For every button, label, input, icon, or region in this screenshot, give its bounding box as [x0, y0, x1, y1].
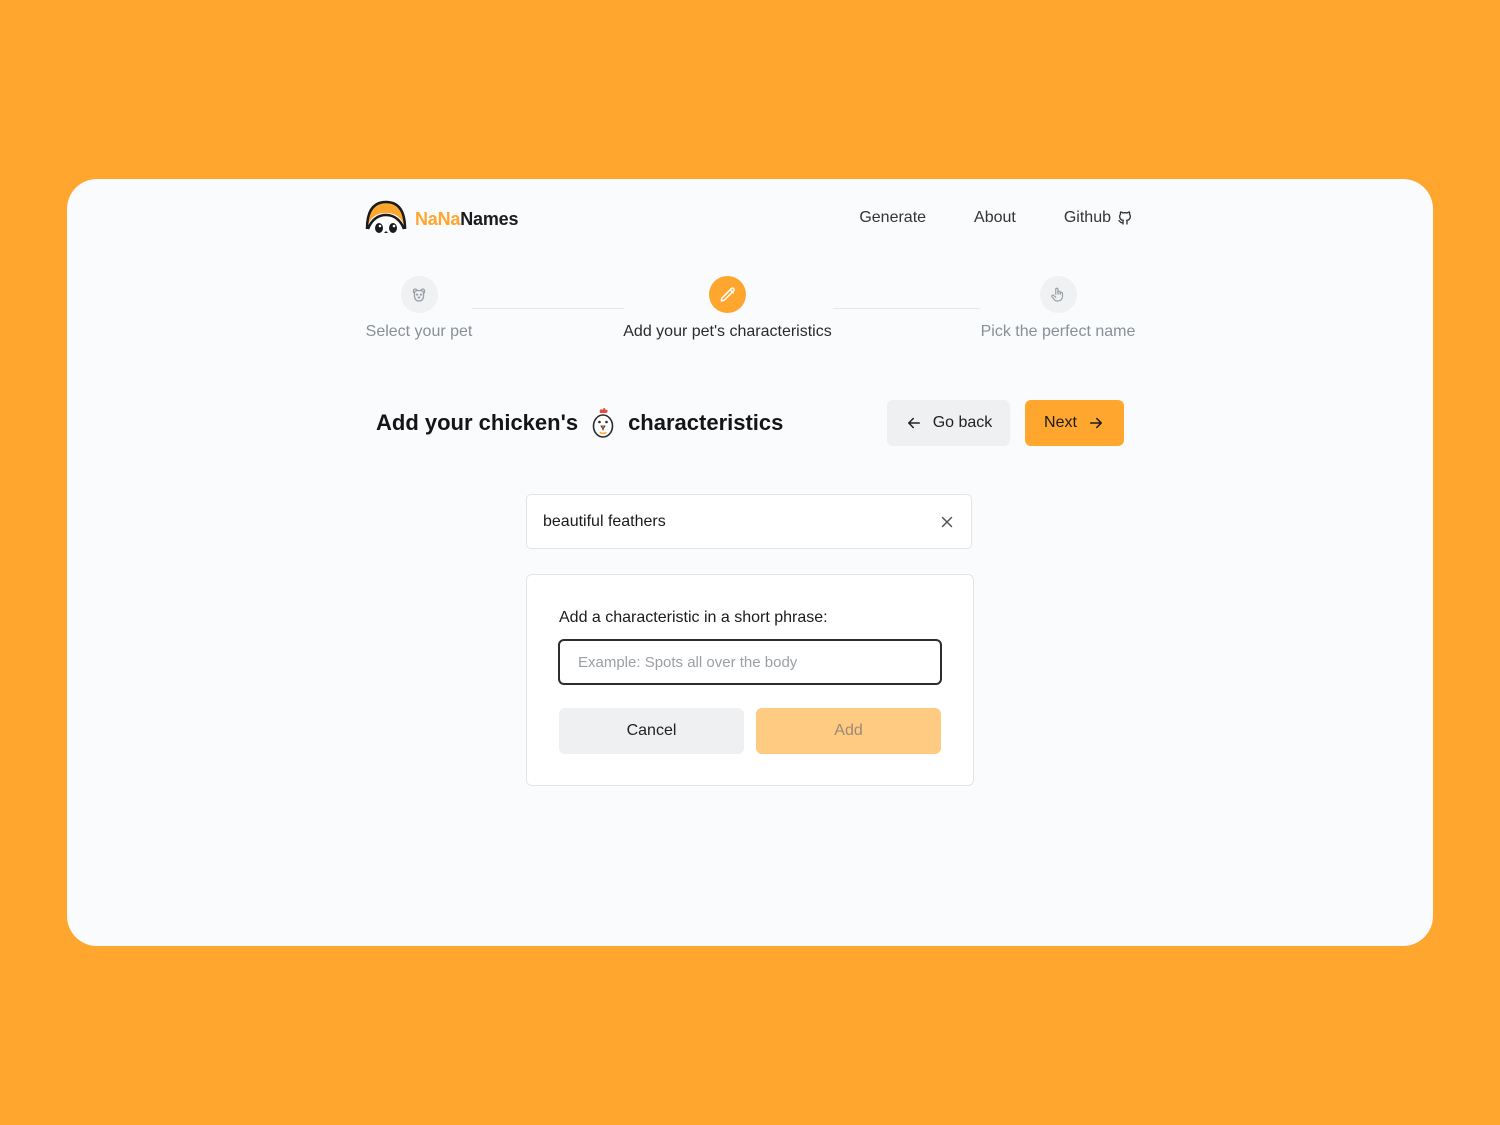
brand-name: NaNaNames: [415, 208, 519, 229]
cancel-button[interactable]: Cancel: [559, 708, 744, 754]
close-icon[interactable]: [941, 516, 953, 528]
page-title: Add your chicken's characteristics: [376, 407, 783, 439]
go-back-label: Go back: [932, 414, 993, 431]
chicken-icon: [592, 408, 614, 438]
step-connector-2: [833, 308, 980, 309]
step-select-pet[interactable]: Select your pet: [366, 276, 472, 341]
github-icon: [1118, 211, 1131, 225]
add-label: Add: [834, 722, 863, 739]
characteristic-input[interactable]: [558, 639, 942, 685]
step-pick-name[interactable]: Pick the perfect name: [980, 276, 1136, 341]
step-label: Pick the perfect name: [980, 323, 1136, 340]
step-circle: [1039, 276, 1077, 313]
step-add-characteristics[interactable]: Add your pet's characteristics: [623, 276, 832, 341]
add-button[interactable]: Add: [756, 708, 941, 754]
next-label: Next: [1044, 414, 1077, 431]
next-button[interactable]: Next: [1025, 400, 1124, 446]
brand-logo[interactable]: NaNaNames: [365, 199, 518, 239]
nav-about[interactable]: About: [974, 209, 1016, 227]
step-circle: [400, 276, 438, 313]
characteristic-chip: beautiful feathers: [526, 494, 972, 549]
step-label: Select your pet: [365, 323, 473, 340]
go-back-button[interactable]: Go back: [887, 400, 1010, 446]
app-card: NaNaNames Generate About Github Select y…: [67, 179, 1433, 946]
step-label: Add your pet's characteristics: [623, 323, 832, 340]
arrow-right-icon: [1089, 417, 1102, 429]
pointer-hand-icon: [1051, 287, 1064, 302]
arrow-left-icon: [907, 417, 920, 429]
characteristic-text: beautiful feathers: [543, 512, 666, 530]
nav-generate[interactable]: Generate: [859, 209, 926, 227]
pencil-icon: [720, 286, 735, 302]
step-connector-1: [472, 308, 624, 309]
title-text-end: characteristics: [628, 410, 784, 435]
nav-github[interactable]: Github: [1064, 209, 1133, 227]
add-characteristic-panel: Add a characteristic in a short phrase: …: [526, 574, 974, 786]
dog-face-icon: [412, 287, 426, 302]
title-text-start: Add your chicken's: [376, 410, 579, 435]
top-nav: Generate About Github: [859, 209, 1133, 227]
step-circle-active: [709, 276, 746, 313]
cancel-label: Cancel: [626, 722, 677, 739]
add-characteristic-label: Add a characteristic in a short phrase:: [559, 609, 828, 626]
logo-mark-icon: [365, 200, 407, 233]
